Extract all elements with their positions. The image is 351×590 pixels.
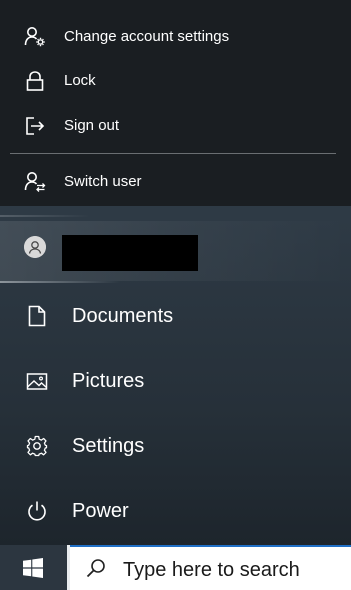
- pictures-item[interactable]: Pictures: [0, 351, 351, 411]
- windows-logo-icon: [23, 558, 43, 578]
- pictures-label: Pictures: [72, 370, 145, 392]
- power-label: Power: [72, 500, 129, 522]
- power-item[interactable]: Power: [0, 481, 351, 541]
- sign-out-label: Sign out: [64, 117, 120, 134]
- change-account-settings-item[interactable]: Change account settings: [0, 15, 351, 59]
- divider: [0, 215, 90, 217]
- power-icon: [28, 501, 46, 521]
- switch-user-icon: [24, 172, 46, 192]
- switch-user-item[interactable]: Switch user: [0, 160, 351, 204]
- account-settings-icon: [24, 27, 45, 47]
- search-placeholder: Type here to search: [123, 559, 300, 581]
- document-icon: [28, 305, 46, 327]
- start-button[interactable]: [0, 545, 67, 590]
- lock-icon: [26, 71, 44, 91]
- sign-out-item[interactable]: Sign out: [0, 104, 351, 148]
- account-flyout: Change account settings Lock Sign out Sw…: [0, 0, 351, 206]
- start-menu-screen: Change account settings Lock Sign out Sw…: [0, 0, 351, 590]
- lock-item[interactable]: Lock: [0, 59, 351, 103]
- search-icon: [86, 559, 105, 578]
- redacted-username: [62, 235, 198, 271]
- sign-out-icon: [26, 117, 45, 135]
- gear-icon: [26, 435, 48, 457]
- divider: [0, 281, 120, 283]
- pictures-icon: [26, 373, 48, 390]
- flyout-divider: [10, 153, 336, 154]
- documents-item[interactable]: Documents: [0, 286, 351, 346]
- switch-user-label: Switch user: [64, 173, 142, 190]
- settings-label: Settings: [72, 435, 145, 457]
- settings-item[interactable]: Settings: [0, 416, 351, 476]
- documents-label: Documents: [72, 305, 174, 327]
- change-account-settings-label: Change account settings: [64, 28, 230, 45]
- avatar-icon[interactable]: [24, 236, 46, 258]
- search-input[interactable]: Type here to search: [70, 545, 351, 590]
- lock-label: Lock: [64, 72, 96, 89]
